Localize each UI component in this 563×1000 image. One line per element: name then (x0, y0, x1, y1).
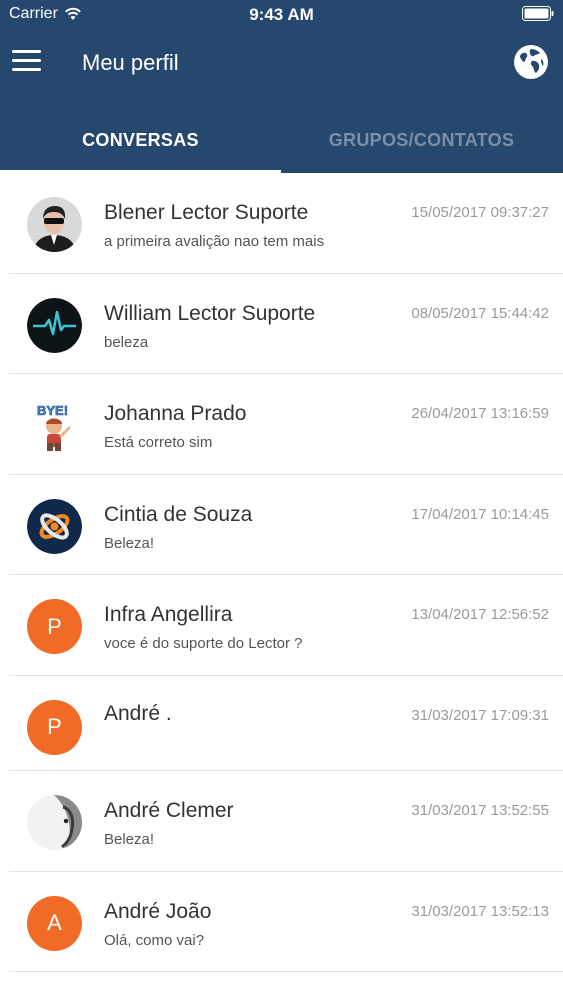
tab-conversas[interactable]: CONVERSAS (0, 110, 281, 173)
last-message: a primeira avalição nao tem mais (104, 233, 325, 250)
conversation-row[interactable]: P André . 31/03/2017 17:09:31 (0, 676, 563, 772)
hamburger-icon-line (12, 59, 41, 62)
message-timestamp: 08/05/2017 15:44:42 (411, 304, 549, 322)
avatar-initial: P (27, 699, 82, 755)
conversation-row[interactable]: William Lector Suporte beleza 08/05/2017… (0, 274, 563, 375)
contact-name: Infra Angellira (104, 603, 233, 626)
message-timestamp: 31/03/2017 17:09:31 (411, 706, 549, 724)
svg-text:BYE!: BYE! (37, 403, 68, 418)
contact-name: André Clemer (104, 799, 234, 822)
menu-button[interactable] (12, 50, 42, 76)
last-message: Está correto sim (104, 434, 213, 451)
company-logo-icon (27, 498, 82, 554)
globe-icon[interactable] (513, 44, 549, 80)
avatar (27, 498, 82, 554)
battery-icon (522, 6, 554, 21)
contact-name: Cintia de Souza (104, 502, 253, 526)
avatar (27, 795, 82, 850)
hamburger-icon-line (12, 50, 41, 53)
status-time: 9:43 AM (249, 5, 314, 24)
conversation-row[interactable]: P Infra Angellira voce é do suporte do L… (0, 575, 563, 676)
message-timestamp: 13/04/2017 12:56:52 (411, 606, 549, 623)
last-message: Beleza! (104, 831, 155, 848)
last-message: beleza (104, 333, 149, 351)
avatar-initial: A (27, 895, 82, 951)
bye-sticker-icon: BYE! (27, 398, 82, 453)
conversation-list: Blener Lector Suporte a primeira avaliçã… (0, 173, 563, 972)
avatar (27, 197, 82, 252)
message-timestamp: 17/04/2017 10:14:45 (411, 505, 549, 523)
person-photo-icon (27, 795, 82, 850)
contact-name: Johanna Prado (104, 402, 247, 425)
page-title[interactable]: Meu perfil (82, 50, 179, 76)
last-message: voce é do suporte do Lector ? (104, 635, 303, 652)
avatar: BYE! (27, 398, 82, 453)
avatar-initial: P (27, 599, 82, 654)
conversation-row[interactable]: A André João Olá, como vai? 31/03/2017 1… (0, 872, 563, 973)
status-bar: Carrier 9:43 AM (0, 0, 563, 30)
conversation-row[interactable]: Cintia de Souza Beleza! 17/04/2017 10:14… (0, 475, 563, 576)
tab-bar: CONVERSAS GRUPOS/CONTATOS (0, 110, 563, 173)
last-message: Olá, como vai? (104, 931, 205, 949)
conversation-row[interactable]: BYE! Johanna Prado Está correto sim 26/0… (0, 374, 563, 475)
app-header: Carrier 9:43 AM Meu perfil CONVERSAS GRU… (0, 0, 563, 173)
contact-name: William Lector Suporte (104, 301, 316, 325)
message-timestamp: 31/03/2017 13:52:13 (411, 902, 549, 920)
conversation-row[interactable]: André Clemer Beleza! 31/03/2017 13:52:55 (0, 771, 563, 872)
contact-name: Blener Lector Suporte (104, 201, 309, 224)
hamburger-icon-line (12, 68, 41, 71)
contact-name: André . (104, 701, 172, 725)
message-timestamp: 26/04/2017 13:16:59 (411, 405, 549, 422)
heartbeat-icon (27, 297, 82, 353)
message-timestamp: 15/05/2017 09:37:27 (411, 204, 549, 221)
last-message: Beleza! (104, 534, 155, 552)
tab-grupos-contatos[interactable]: GRUPOS/CONTATOS (281, 110, 562, 173)
person-photo-icon (27, 197, 82, 252)
message-timestamp: 31/03/2017 13:52:55 (411, 802, 549, 819)
contact-name: André João (104, 899, 212, 923)
conversation-row[interactable]: Blener Lector Suporte a primeira avaliçã… (0, 173, 563, 274)
avatar (27, 297, 82, 353)
